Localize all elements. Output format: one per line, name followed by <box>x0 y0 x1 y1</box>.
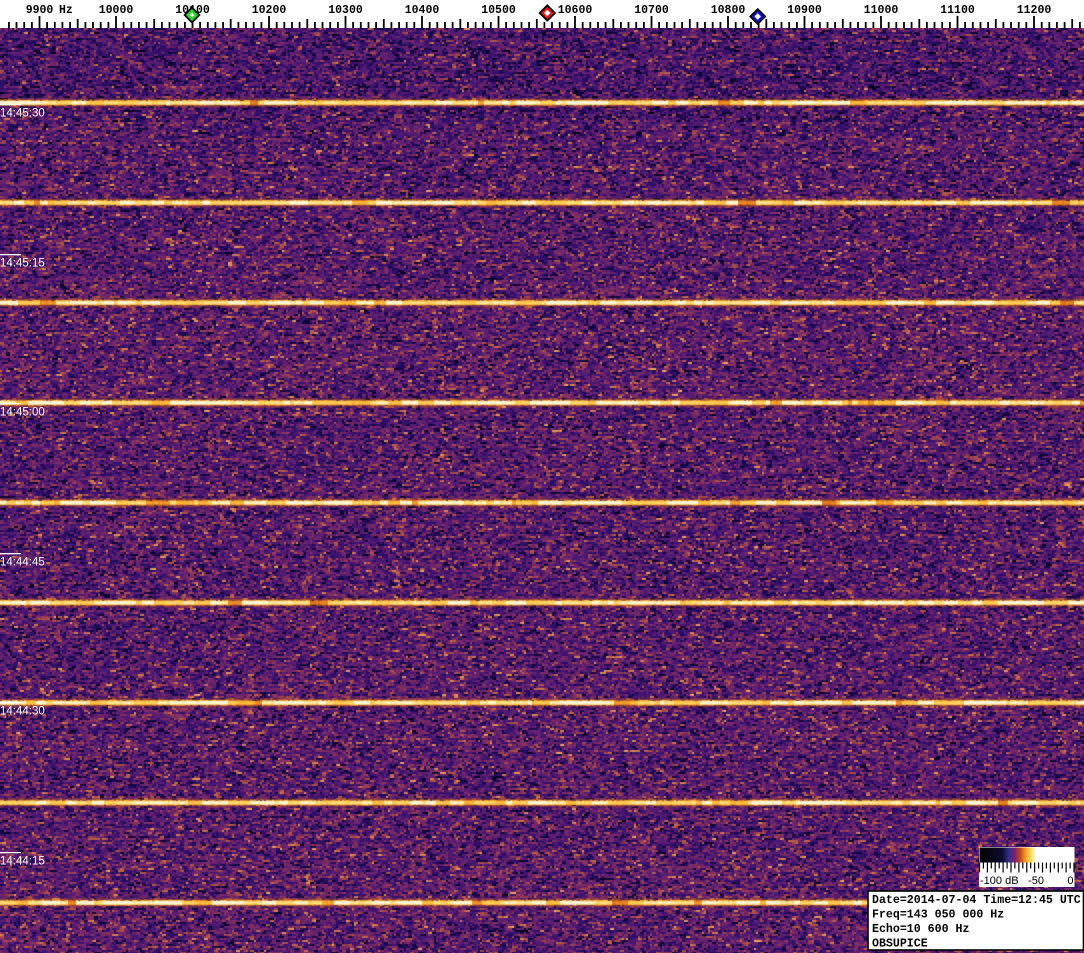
svg-text:Date=2014-07-04 Time=12:45 UTC: Date=2014-07-04 Time=12:45 UTC <box>872 894 1081 907</box>
svg-text:10300: 10300 <box>328 4 363 17</box>
svg-text:10800: 10800 <box>711 4 746 17</box>
svg-text:OBSUPICE: OBSUPICE <box>872 938 928 951</box>
svg-text:10000: 10000 <box>99 4 134 17</box>
svg-text:14:45:30: 14:45:30 <box>0 108 45 120</box>
svg-text:9900: 9900 <box>26 4 54 17</box>
svg-text:14:44:15: 14:44:15 <box>0 856 45 868</box>
svg-text:14:45:15: 14:45:15 <box>0 258 45 270</box>
svg-text:11200: 11200 <box>1017 4 1052 17</box>
svg-text:10200: 10200 <box>252 4 287 17</box>
svg-text:11000: 11000 <box>864 4 899 17</box>
svg-text:14:44:30: 14:44:30 <box>0 706 45 718</box>
svg-text:10500: 10500 <box>481 4 516 17</box>
svg-text:Hz: Hz <box>59 4 73 17</box>
svg-text:14:45:00: 14:45:00 <box>0 407 45 419</box>
svg-text:10900: 10900 <box>787 4 822 17</box>
svg-text:14:44:45: 14:44:45 <box>0 557 45 569</box>
svg-text:10700: 10700 <box>634 4 669 17</box>
svg-text:Echo=10 600 Hz: Echo=10 600 Hz <box>872 923 969 936</box>
svg-text:0: 0 <box>1067 875 1073 887</box>
svg-text:-50: -50 <box>1028 875 1044 887</box>
svg-text:-100 dB: -100 dB <box>980 875 1019 887</box>
svg-text:11100: 11100 <box>940 4 975 17</box>
svg-text:10600: 10600 <box>558 4 593 17</box>
svg-text:10400: 10400 <box>405 4 440 17</box>
svg-text:Freq=143 050 000 Hz: Freq=143 050 000 Hz <box>872 909 1004 922</box>
